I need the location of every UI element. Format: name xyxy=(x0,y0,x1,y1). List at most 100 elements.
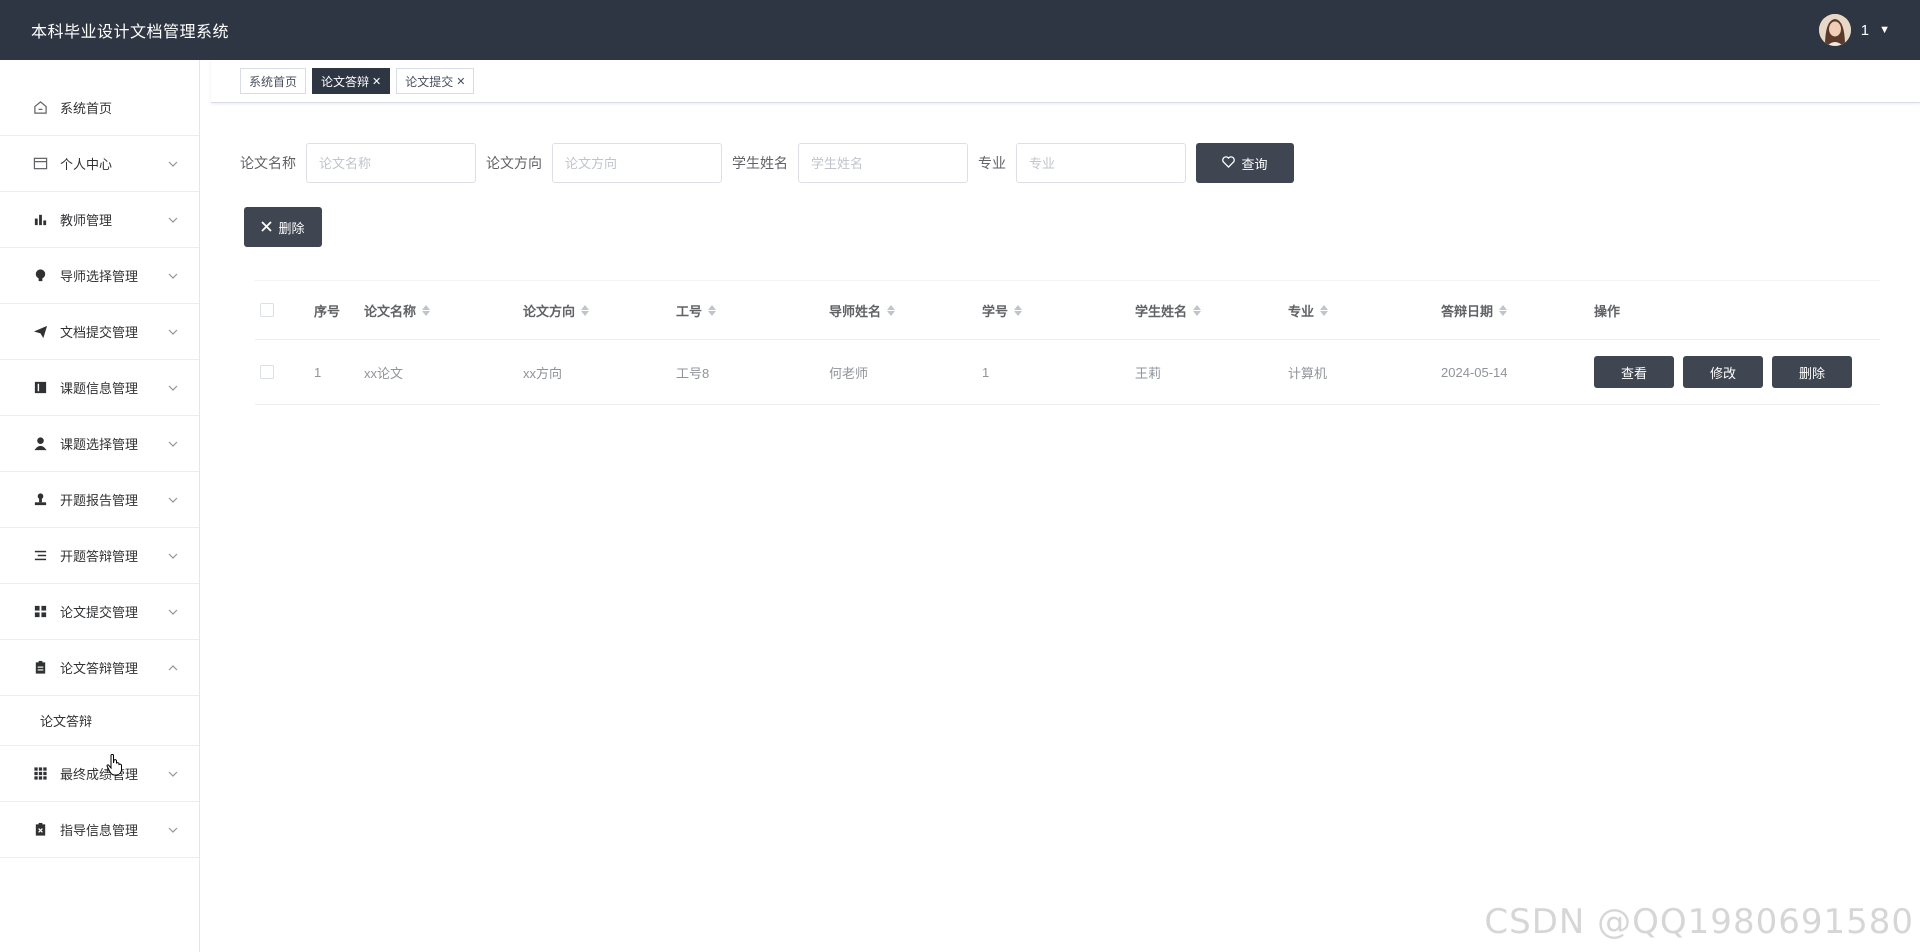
column-header[interactable]: 学生姓名 xyxy=(1131,301,1284,320)
column-header[interactable]: 答辩日期 xyxy=(1437,301,1590,320)
sidebar-item-label: 教师管理 xyxy=(60,213,113,228)
edit-button[interactable]: 修改 xyxy=(1683,356,1763,388)
chevron-down-icon xyxy=(167,158,179,170)
table-row: 1 xx论文 xx方向 工号8 何老师 1 王莉 计算机 2024-05-14 … xyxy=(255,340,1880,405)
caret-down-icon[interactable]: ▼ xyxy=(1879,24,1890,36)
table-cell: 1 xyxy=(982,364,990,380)
sidebar-item-label: 论文提交管理 xyxy=(60,605,139,620)
sidebar-item-final-score[interactable]: 最终成绩管理 xyxy=(0,746,199,802)
sidebar-item-guidance-info[interactable]: 指导信息管理 xyxy=(0,802,199,858)
sort-icon[interactable] xyxy=(422,304,431,316)
user-avatar[interactable] xyxy=(1818,14,1851,46)
search-label-major: 专业 xyxy=(978,155,1006,171)
search-label-student-name: 学生姓名 xyxy=(732,155,788,171)
close-icon[interactable]: ✕ xyxy=(372,75,381,88)
close-icon xyxy=(261,220,273,235)
column-header[interactable]: 专业 xyxy=(1284,301,1437,320)
table-cell: 2024-05-14 xyxy=(1441,364,1508,380)
delete-button[interactable]: 删除 xyxy=(1772,356,1852,388)
sidebar-item-teacher[interactable]: 教师管理 xyxy=(0,192,199,248)
sort-icon[interactable] xyxy=(1320,304,1329,316)
sort-icon[interactable] xyxy=(1499,304,1508,316)
query-button[interactable]: 查询 xyxy=(1196,143,1294,183)
clipboard-x-icon xyxy=(32,822,48,838)
tabs-bar: 系统首页 论文答辩 ✕ 论文提交 ✕ xyxy=(211,60,1920,103)
column-header[interactable]: 学号 xyxy=(978,301,1131,320)
chevron-down-icon xyxy=(167,214,179,226)
sidebar-item-label: 文档提交管理 xyxy=(60,325,139,340)
table-cell: xx论文 xyxy=(364,365,404,381)
query-button-label: 查询 xyxy=(1241,156,1268,172)
column-header: 操作 xyxy=(1590,301,1890,320)
sidebar-item-topic-info[interactable]: 课题信息管理 xyxy=(0,360,199,416)
sort-icon[interactable] xyxy=(581,304,590,316)
column-header-label: 专业 xyxy=(1288,303,1315,319)
tab-label: 论文提交 xyxy=(405,74,454,89)
column-header[interactable]: 论文名称 xyxy=(360,301,519,320)
sidebar-subitem-thesis-defense[interactable]: 论文答辩 xyxy=(0,696,199,746)
tab-home[interactable]: 系统首页 xyxy=(240,68,307,94)
row-select-cell xyxy=(255,365,310,379)
heart-icon xyxy=(1222,155,1236,171)
sidebar-item-proposal-defense[interactable]: 开题答辩管理 xyxy=(0,528,199,584)
sidebar-item-label: 导师选择管理 xyxy=(60,269,139,284)
table-cell: 工号8 xyxy=(676,365,710,381)
column-header-label: 学生姓名 xyxy=(1135,303,1188,319)
sidebar-item-home[interactable]: 系统首页 xyxy=(0,80,199,136)
grid-icon xyxy=(32,604,48,620)
username[interactable]: 1 xyxy=(1861,22,1869,39)
tab-thesis-submit[interactable]: 论文提交 ✕ xyxy=(396,68,475,94)
sort-icon[interactable] xyxy=(1014,304,1023,316)
user-icon xyxy=(32,436,48,452)
sort-icon[interactable] xyxy=(887,304,896,316)
chevron-down-icon xyxy=(167,824,179,836)
table-cell: 计算机 xyxy=(1288,365,1328,381)
user-menu[interactable]: 1 ▼ xyxy=(1818,14,1890,46)
sidebar-item-thesis-defense[interactable]: 论文答辩管理 xyxy=(0,640,199,696)
sidebar-item-advisor-select[interactable]: 导师选择管理 xyxy=(0,248,199,304)
close-icon[interactable]: ✕ xyxy=(456,75,465,88)
student-name-input[interactable] xyxy=(798,143,968,183)
chevron-down-icon xyxy=(167,270,179,282)
view-button[interactable]: 查看 xyxy=(1594,356,1674,388)
sidebar-item-proposal-report[interactable]: 开题报告管理 xyxy=(0,472,199,528)
apps-icon xyxy=(32,766,48,782)
search-label-thesis-name: 论文名称 xyxy=(240,155,296,171)
column-header-label: 导师姓名 xyxy=(829,303,882,319)
column-header-label: 答辩日期 xyxy=(1441,303,1494,319)
table-cell: 何老师 xyxy=(829,365,869,381)
select-all-checkbox[interactable] xyxy=(260,303,274,317)
sidebar-item-doc-submit[interactable]: 文档提交管理 xyxy=(0,304,199,360)
column-header-label: 论文方向 xyxy=(523,303,576,319)
tab-label: 系统首页 xyxy=(249,74,298,89)
row-checkbox[interactable] xyxy=(260,365,274,379)
sidebar-item-label: 课题选择管理 xyxy=(60,437,139,452)
chevron-down-icon xyxy=(167,382,179,394)
hand-cursor-icon xyxy=(106,754,124,776)
sort-icon[interactable] xyxy=(1193,304,1202,316)
tab-thesis-defense[interactable]: 论文答辩 ✕ xyxy=(312,68,391,94)
thesis-name-input[interactable] xyxy=(306,143,476,183)
sidebar-item-label: 指导信息管理 xyxy=(60,823,139,838)
major-input[interactable] xyxy=(1016,143,1186,183)
sidebar-subitem-label: 论文答辩 xyxy=(40,714,93,729)
column-header[interactable]: 导师姓名 xyxy=(825,301,978,320)
home-icon xyxy=(32,100,48,116)
chevron-down-icon xyxy=(167,494,179,506)
top-header: 本科毕业设计文档管理系统 1 ▼ xyxy=(0,0,1920,60)
sidebar: 系统首页 个人中心 教师管理 导师选择管理 文档提交管理 课题信息管理 课题选择… xyxy=(0,60,200,952)
sidebar-item-personal-center[interactable]: 个人中心 xyxy=(0,136,199,192)
sidebar-item-topic-select[interactable]: 课题选择管理 xyxy=(0,416,199,472)
chevron-down-icon xyxy=(167,550,179,562)
column-header-label: 工号 xyxy=(676,303,703,319)
column-header[interactable]: 论文方向 xyxy=(519,301,672,320)
sort-icon[interactable] xyxy=(708,304,717,316)
chevron-down-icon xyxy=(167,326,179,338)
column-header[interactable]: 工号 xyxy=(672,301,825,320)
column-header-label: 论文名称 xyxy=(364,303,417,319)
sidebar-item-thesis-submit[interactable]: 论文提交管理 xyxy=(0,584,199,640)
batch-delete-button[interactable]: 删除 xyxy=(244,207,322,247)
send-icon xyxy=(32,324,48,340)
thesis-direction-input[interactable] xyxy=(552,143,722,183)
list-indent-icon xyxy=(32,548,48,564)
